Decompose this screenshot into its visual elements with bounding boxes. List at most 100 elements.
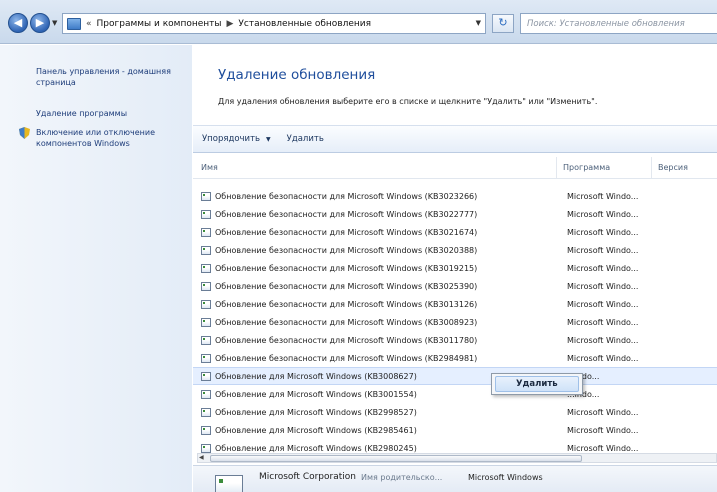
crumb-overflow[interactable]: « xyxy=(86,19,92,29)
row-name: Обновление для Microsoft Windows (KB2985… xyxy=(215,425,417,435)
row-program: Microsoft Windo... xyxy=(567,191,639,201)
address-dropdown-icon[interactable]: ▼ xyxy=(476,19,481,27)
row-name: Обновление безопасности для Microsoft Wi… xyxy=(215,353,478,363)
update-icon xyxy=(201,443,211,453)
table-row[interactable]: Обновление безопасности для Microsoft Wi… xyxy=(193,295,717,313)
shield-icon xyxy=(19,127,30,139)
table-row[interactable]: Обновление для Microsoft Windows (KB3001… xyxy=(193,385,717,403)
breadcrumb-installed-updates[interactable]: Установленные обновления xyxy=(238,19,371,29)
column-program-header[interactable]: Программа xyxy=(557,157,652,178)
table-row[interactable]: Обновление безопасности для Microsoft Wi… xyxy=(193,223,717,241)
row-name: Обновление для Microsoft Windows (KB2980… xyxy=(215,443,417,453)
update-icon xyxy=(201,263,211,273)
row-name: Обновление безопасности для Microsoft Wi… xyxy=(215,299,478,309)
details-company: Microsoft Corporation xyxy=(259,472,356,482)
breadcrumb-separator-icon[interactable]: ▶ xyxy=(227,19,234,29)
update-icon xyxy=(201,209,211,219)
update-icon xyxy=(201,191,211,201)
table-row[interactable]: Обновление безопасности для Microsoft Wi… xyxy=(193,313,717,331)
update-icon xyxy=(201,371,211,381)
uninstall-button[interactable]: Удалить xyxy=(280,130,331,148)
table-row[interactable]: Обновление для Microsoft Windows (KB3008… xyxy=(193,367,717,385)
row-program: Microsoft Windo... xyxy=(567,353,639,363)
row-name: Обновление безопасности для Microsoft Wi… xyxy=(215,191,478,201)
search-input[interactable] xyxy=(527,18,717,29)
context-menu-uninstall[interactable]: Удалить xyxy=(495,376,579,392)
scroll-left-icon[interactable]: ◀ xyxy=(199,454,204,461)
main-pane: Удаление обновления Для удаления обновле… xyxy=(193,45,717,492)
refresh-button[interactable]: ↻ xyxy=(492,14,514,33)
update-icon xyxy=(201,245,211,255)
update-icon xyxy=(215,475,243,492)
row-program: Microsoft Windo... xyxy=(567,281,639,291)
partial-row[interactable] xyxy=(193,179,717,187)
table-row[interactable]: Обновление безопасности для Microsoft Wi… xyxy=(193,349,717,367)
breadcrumb-programs[interactable]: Программы и компоненты xyxy=(97,19,222,29)
table-row[interactable]: Обновление для Microsoft Windows (KB2980… xyxy=(193,439,717,453)
row-name: Обновление безопасности для Microsoft Wi… xyxy=(215,335,478,345)
table-row[interactable]: Обновление безопасности для Microsoft Wi… xyxy=(193,187,717,205)
column-version-header[interactable]: Версия xyxy=(652,157,717,178)
organize-button[interactable]: Упорядочить ▼ xyxy=(195,130,278,148)
row-program: Microsoft Windo... xyxy=(567,245,639,255)
control-panel-home-link[interactable]: Панель управления - домашняя страница xyxy=(36,66,186,88)
row-program: Microsoft Windo... xyxy=(567,317,639,327)
page-title: Удаление обновления xyxy=(218,67,376,83)
forward-button[interactable]: ▶ xyxy=(30,13,50,33)
row-name: Обновление безопасности для Microsoft Wi… xyxy=(215,245,478,255)
row-program: Microsoft Windo... xyxy=(567,263,639,273)
details-parent-value: Microsoft Windows xyxy=(468,473,543,482)
forward-arrow-icon: ▶ xyxy=(35,16,45,29)
update-icon xyxy=(201,425,211,435)
update-icon xyxy=(201,227,211,237)
table-row[interactable]: Обновление безопасности для Microsoft Wi… xyxy=(193,277,717,295)
update-icon xyxy=(201,335,211,345)
command-bar: Упорядочить ▼ Удалить xyxy=(193,125,717,153)
table-row[interactable]: Обновление безопасности для Microsoft Wi… xyxy=(193,205,717,223)
row-program: Microsoft Windo... xyxy=(567,227,639,237)
table-row[interactable]: Обновление безопасности для Microsoft Wi… xyxy=(193,259,717,277)
control-panel-icon xyxy=(67,17,81,30)
update-icon xyxy=(201,299,211,309)
details-parent-label: Имя родительско... xyxy=(361,473,443,482)
row-program: Microsoft Windo... xyxy=(567,407,639,417)
update-icon xyxy=(201,353,211,363)
row-name: Обновление безопасности для Microsoft Wi… xyxy=(215,209,478,219)
uninstall-program-link[interactable]: Удаление программы xyxy=(36,108,186,119)
row-name: Обновление безопасности для Microsoft Wi… xyxy=(215,227,478,237)
chevron-down-icon: ▼ xyxy=(266,136,271,143)
update-icon xyxy=(201,281,211,291)
organize-label: Упорядочить xyxy=(202,134,261,144)
table-row[interactable]: Обновление для Microsoft Windows (KB2985… xyxy=(193,421,717,439)
search-box[interactable] xyxy=(520,13,717,34)
column-header: Имя Программа Версия xyxy=(193,157,717,179)
table-row[interactable]: Обновление безопасности для Microsoft Wi… xyxy=(193,241,717,259)
table-row[interactable]: Обновление для Microsoft Windows (KB2998… xyxy=(193,403,717,421)
update-icon xyxy=(201,389,211,399)
context-menu: Удалить xyxy=(491,373,583,395)
row-program: Microsoft Windo... xyxy=(567,443,639,453)
task-pane: Панель управления - домашняя страница Уд… xyxy=(0,45,192,492)
address-field[interactable]: « Программы и компоненты ▶ Установленные… xyxy=(62,13,486,34)
row-name: Обновление безопасности для Microsoft Wi… xyxy=(215,263,478,273)
update-icon xyxy=(201,407,211,417)
details-pane: Microsoft Corporation Имя родительско...… xyxy=(193,465,717,492)
back-button[interactable]: ◀ xyxy=(8,13,28,33)
scrollbar-thumb[interactable] xyxy=(210,455,582,462)
row-program: Microsoft Windo... xyxy=(567,299,639,309)
column-name-header[interactable]: Имя xyxy=(193,157,557,178)
row-program: Microsoft Windo... xyxy=(567,209,639,219)
update-icon xyxy=(201,317,211,327)
horizontal-scrollbar[interactable]: ◀ xyxy=(197,453,717,463)
row-name: Обновление безопасности для Microsoft Wi… xyxy=(215,317,478,327)
page-subtitle: Для удаления обновления выберите его в с… xyxy=(218,97,598,106)
table-row[interactable]: Обновление безопасности для Microsoft Wi… xyxy=(193,331,717,349)
address-bar-area: ◀ ▶ ▼ « Программы и компоненты ▶ Установ… xyxy=(0,0,717,44)
back-arrow-icon: ◀ xyxy=(13,16,23,29)
refresh-icon: ↻ xyxy=(498,16,508,29)
windows-features-link[interactable]: Включение или отключение компонентов Win… xyxy=(36,127,186,149)
row-name: Обновление для Microsoft Windows (KB2998… xyxy=(215,407,417,417)
recent-pages-dropdown[interactable]: ▼ xyxy=(52,19,57,27)
row-name: Обновление безопасности для Microsoft Wi… xyxy=(215,281,478,291)
updates-list[interactable]: Обновление безопасности для Microsoft Wi… xyxy=(193,179,717,453)
